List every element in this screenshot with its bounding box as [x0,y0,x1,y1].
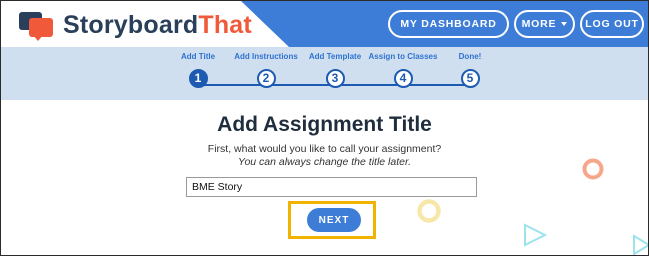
header: StoryboardThat MY DASHBOARD MORE LOG OUT [1,1,648,47]
next-button[interactable]: NEXT [307,208,361,232]
step-label: Assign to Classes [368,52,438,61]
caret-down-icon [561,22,568,26]
brand-name-part2: That [198,10,252,39]
step-number-badge: 5 [460,69,480,88]
step-label: Add Template [308,52,362,61]
log-out-button[interactable]: LOG OUT [580,10,644,38]
step-done[interactable]: Done! 5 [435,51,505,88]
assignment-title-input[interactable]: BME Story [186,177,477,197]
decorative-orange-ring-icon [582,158,604,180]
step-number-badge: 2 [256,69,276,88]
step-assign-to-classes[interactable]: Assign to Classes 4 [368,51,438,88]
my-dashboard-button[interactable]: MY DASHBOARD [388,10,509,38]
decorative-teal-triangle-icon [633,234,648,255]
my-dashboard-label: MY DASHBOARD [400,18,497,30]
step-number-badge: 3 [325,69,345,88]
step-label: Add Instructions [234,52,298,61]
title-prompt-text: First, what would you like to call your … [207,143,442,155]
app-window: StoryboardThat MY DASHBOARD MORE LOG OUT… [0,0,649,256]
log-out-label: LOG OUT [585,18,639,30]
page-title: Add Assignment Title [217,113,432,136]
more-label: MORE [521,18,557,30]
step-number-badge: 1 [188,69,208,88]
brand-name: StoryboardThat [63,11,252,40]
speech-bubble-logo-icon [19,10,55,41]
more-dropdown-button[interactable]: MORE [514,10,575,38]
storyboardthat-logo[interactable]: StoryboardThat [19,10,252,41]
step-label: Done! [458,52,482,61]
brand-name-part1: Storyboard [63,10,199,39]
step-add-title[interactable]: Add Title 1 [163,51,233,88]
title-hint-text: You can always change the title later. [238,156,411,168]
decorative-teal-triangle-icon [524,223,548,247]
step-add-instructions[interactable]: Add Instructions 2 [231,51,301,88]
next-label: NEXT [318,214,350,226]
assignment-steps-bar: Add Title 1 Add Instructions 2 Add Templ… [1,47,648,100]
step-add-template[interactable]: Add Template 3 [300,51,370,88]
decorative-yellow-ring-icon [417,199,441,223]
step-number-badge: 4 [393,69,413,88]
step-label: Add Title [180,52,216,61]
